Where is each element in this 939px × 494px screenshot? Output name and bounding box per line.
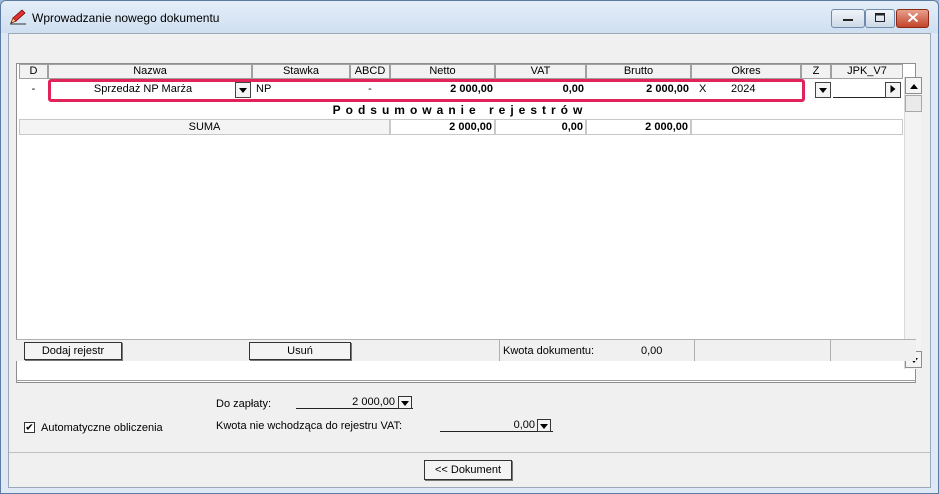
col-header-okres[interactable]: Okres: [691, 64, 801, 79]
vertical-scrollbar[interactable]: [904, 77, 922, 369]
summary-brutto: 2 000,00: [586, 119, 691, 135]
maximize-button[interactable]: [865, 9, 895, 28]
kwota-nie-dropdown[interactable]: [537, 419, 551, 432]
col-header-jpk[interactable]: JPK_V7: [831, 64, 903, 79]
window-title: Wprowadzanie nowego dokumentu: [32, 11, 220, 25]
divider: [830, 340, 831, 361]
auto-calc-checkbox[interactable]: ✔: [24, 422, 35, 433]
register-grid: D Nazwa Stawka ABCD Netto VAT Brutto Okr…: [17, 64, 903, 364]
chevron-right-icon: [890, 84, 896, 96]
do-zaplaty-label: Do zapłaty:: [216, 398, 272, 410]
col-header-d[interactable]: D: [19, 64, 48, 79]
separator: [16, 380, 916, 381]
back-to-document-button[interactable]: << Dokument: [424, 460, 512, 480]
row-z[interactable]: [801, 82, 815, 98]
do-zaplaty-dropdown[interactable]: [398, 396, 412, 409]
col-header-nazwa[interactable]: Nazwa: [48, 64, 252, 79]
app-window: Wprowadzanie nowego dokumentu D Nazwa St…: [0, 0, 939, 494]
kwota-nie-label: Kwota nie wchodząca do rejestru VAT:: [216, 420, 403, 432]
row-vat[interactable]: 0,00: [495, 82, 586, 98]
pencil-app-icon: [9, 9, 27, 25]
col-header-abcd[interactable]: ABCD: [350, 64, 390, 79]
summary-label: SUMA: [19, 119, 390, 135]
kwota-dokumentu-label: Kwota dokumentu:: [503, 345, 595, 357]
nazwa-dropdown-button[interactable]: [235, 82, 251, 98]
row-brutto[interactable]: 2 000,00: [586, 82, 691, 98]
minimize-icon: [843, 13, 853, 25]
title-bar[interactable]: Wprowadzanie nowego dokumentu: [1, 1, 938, 33]
col-header-netto[interactable]: Netto: [390, 64, 495, 79]
do-zaplaty-value[interactable]: 2 000,00: [296, 395, 413, 409]
row-netto[interactable]: 2 000,00: [390, 82, 495, 98]
minimize-button[interactable]: [831, 9, 865, 28]
col-header-vat[interactable]: VAT: [495, 64, 586, 79]
close-icon: [907, 12, 918, 25]
separator: [9, 452, 930, 453]
summary-netto: 2 000,00: [390, 119, 495, 135]
chevron-down-icon: [401, 397, 409, 409]
summary-title: Podsumowanie rejestrów: [332, 103, 588, 117]
checkmark-icon: ✔: [25, 421, 34, 433]
kwota-dokumentu-value: 0,00: [641, 345, 663, 357]
chevron-up-icon: [909, 80, 918, 92]
row-nazwa[interactable]: Sprzedaż NP Marża: [51, 82, 235, 98]
col-header-brutto[interactable]: Brutto: [586, 64, 691, 79]
row-jpk[interactable]: [833, 82, 885, 98]
add-register-label: Dodaj rejestr: [41, 345, 105, 357]
col-header-stawka[interactable]: Stawka: [252, 64, 350, 79]
add-register-button[interactable]: Dodaj rejestr: [24, 342, 122, 360]
z-dropdown-button[interactable]: [815, 82, 831, 98]
summary-vat: 0,00: [495, 119, 586, 135]
remove-label: Usuń: [287, 345, 313, 357]
row-stawka[interactable]: NP: [254, 82, 350, 98]
summary-rest: [691, 119, 903, 135]
scroll-thumb[interactable]: [905, 95, 922, 112]
row-abcd[interactable]: -: [350, 82, 390, 98]
register-toolbar: Dodaj rejestr Usuń Kwota dokumentu: 0,00: [16, 339, 916, 361]
auto-calc-label[interactable]: Automatyczne obliczenia: [41, 422, 163, 434]
scroll-up-button[interactable]: [905, 77, 922, 94]
chevron-down-icon: [540, 420, 548, 432]
close-button[interactable]: [896, 9, 929, 28]
maximize-icon: [875, 12, 885, 25]
register-grid-panel: D Nazwa Stawka ABCD Netto VAT Brutto Okr…: [16, 63, 922, 383]
back-to-document-label: << Dokument: [434, 464, 502, 476]
col-header-z[interactable]: Z: [801, 64, 831, 79]
chevron-down-icon: [239, 84, 247, 96]
client-area: D Nazwa Stawka ABCD Netto VAT Brutto Okr…: [8, 33, 931, 488]
divider: [499, 340, 500, 361]
divider: [694, 340, 695, 361]
row-okres-year[interactable]: 2024: [731, 82, 791, 98]
remove-button[interactable]: Usuń: [249, 342, 351, 360]
row-d[interactable]: -: [19, 82, 48, 98]
jpk-expand-button[interactable]: [885, 82, 901, 98]
chevron-down-icon: [819, 84, 827, 96]
row-okres-flag[interactable]: X: [699, 82, 719, 98]
